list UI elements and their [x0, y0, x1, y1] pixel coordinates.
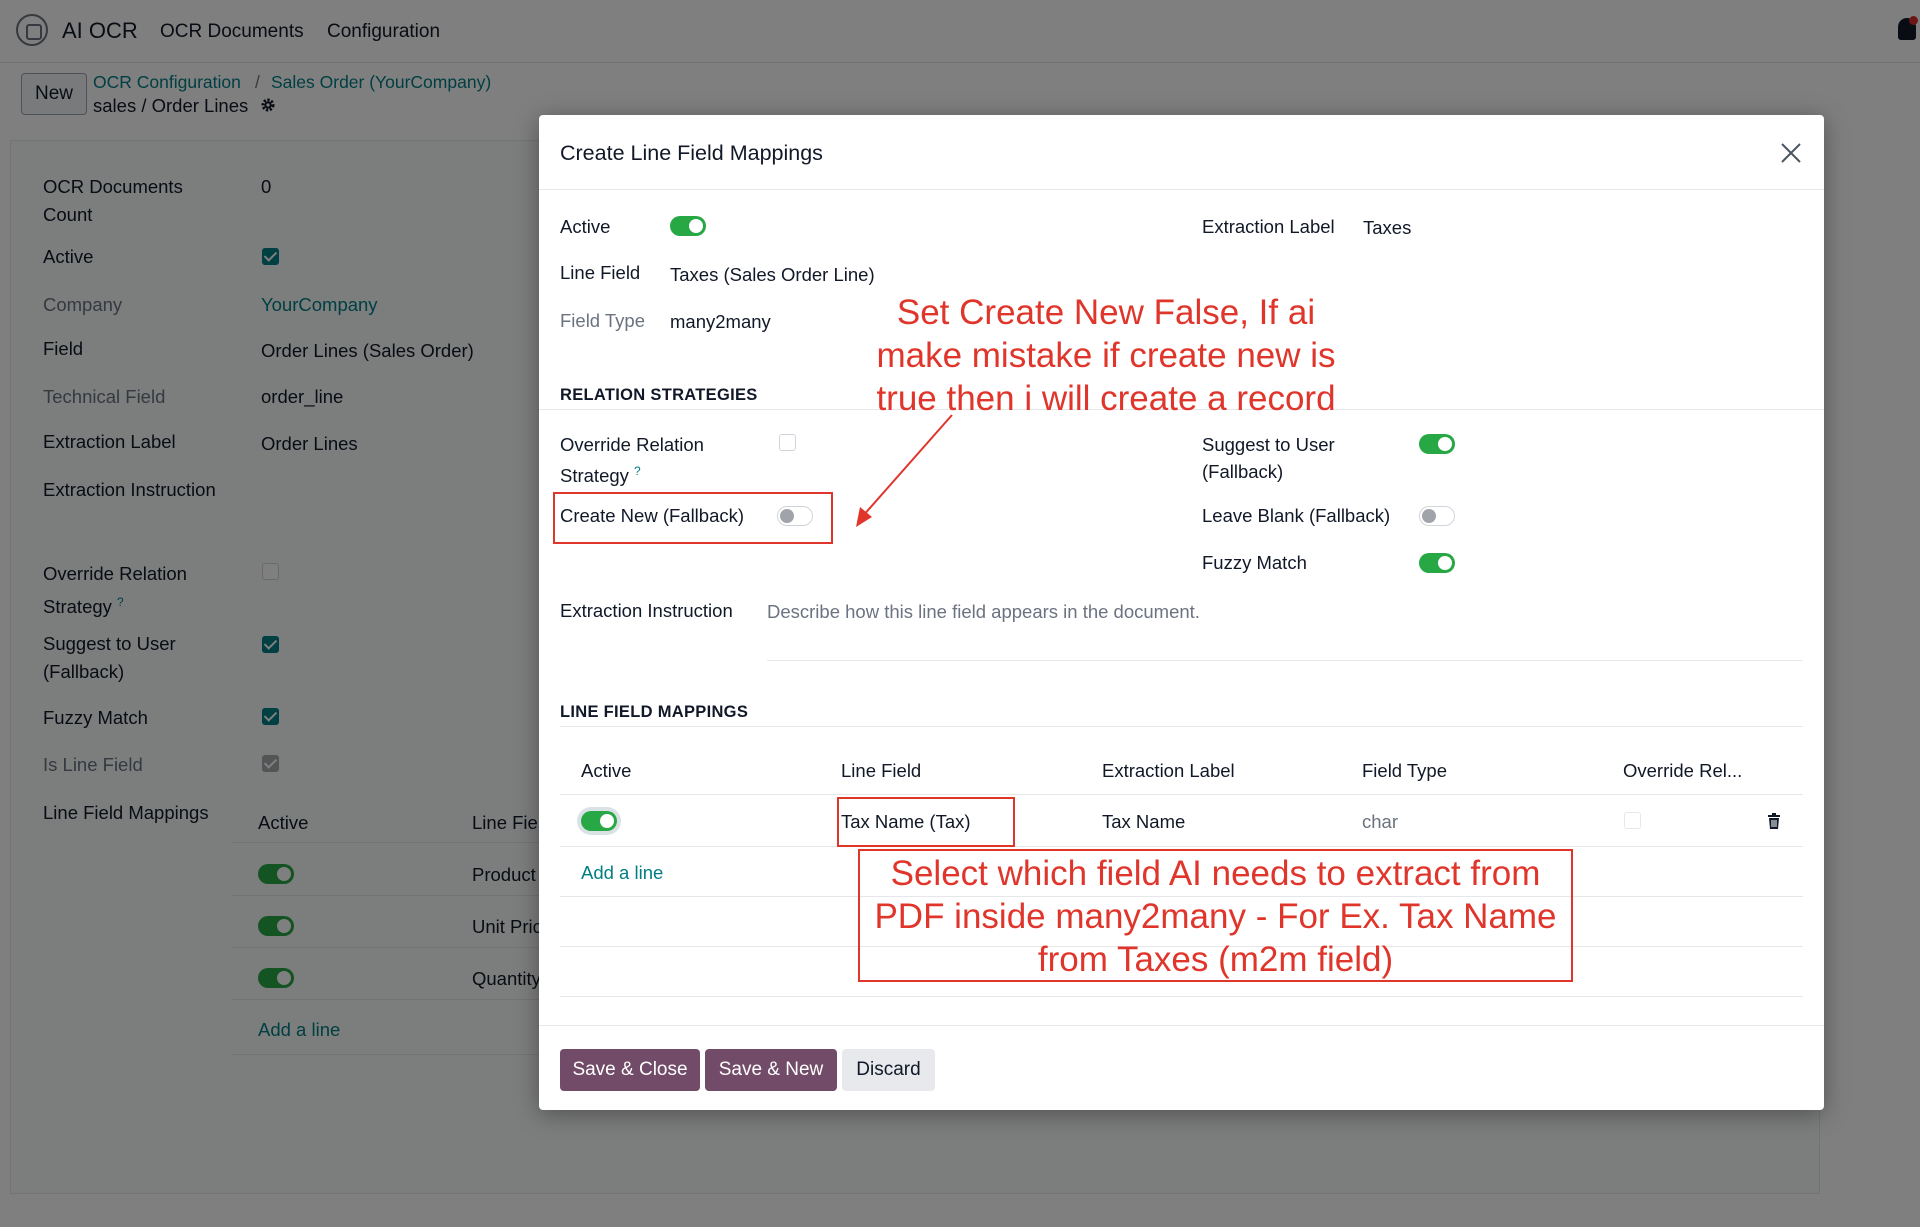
header-override-relation[interactable]: Override Rel... — [1623, 760, 1742, 782]
top-annotation-line: make mistake if create new is — [876, 336, 1336, 375]
field-type-value: many2many — [670, 311, 771, 332]
help-icon[interactable]: ? — [634, 464, 641, 478]
suggest-label: Suggest to User (Fallback) — [1202, 434, 1335, 482]
active-label: Active — [560, 216, 611, 237]
relation-strategies-heading: RELATION STRATEGIES — [560, 386, 758, 404]
suggest-toggle[interactable] — [1419, 434, 1455, 454]
override-relation-text: Override Relation Strategy — [560, 434, 704, 487]
field-type-label: Field Type — [560, 310, 646, 331]
dialog-title: Create Line Field Mappings — [560, 141, 823, 165]
header-active[interactable]: Active — [581, 760, 631, 782]
header-divider — [560, 794, 1803, 795]
extraction-instruction-label: Extraction Instruction — [560, 600, 733, 621]
close-icon[interactable] — [1779, 141, 1803, 165]
extraction-label-label: Extraction Label — [1202, 216, 1335, 237]
create-new-highlight-box — [553, 492, 833, 544]
bottom-annotation-line: PDF inside many2many - For Ex. Tax Name — [874, 897, 1557, 936]
footer-divider — [539, 1025, 1824, 1026]
row-active-toggle[interactable] — [581, 811, 617, 831]
line-field-mappings-heading: LINE FIELD MAPPINGS — [560, 703, 749, 721]
fuzzy-toggle[interactable] — [1419, 553, 1455, 573]
save-new-button[interactable]: Save & New — [705, 1049, 837, 1091]
row-extraction-label[interactable]: Tax Name — [1102, 811, 1185, 833]
line-field-value[interactable]: Taxes (Sales Order Line) — [670, 264, 875, 286]
bottom-annotation-text: Select which field AI needs to extract f… — [860, 852, 1571, 981]
row-override-checkbox[interactable] — [1624, 812, 1641, 829]
line-field-highlight-box — [837, 797, 1015, 847]
override-relation-label: Override Relation Strategy ? — [560, 431, 730, 489]
header-extraction-label[interactable]: Extraction Label — [1102, 760, 1235, 782]
extraction-instruction-input[interactable]: Describe how this line field appears in … — [767, 601, 1802, 645]
discard-button[interactable]: Discard — [842, 1049, 935, 1091]
row-divider — [560, 846, 1803, 847]
row-divider — [560, 996, 1803, 997]
extraction-label-value[interactable]: Taxes — [1363, 217, 1411, 239]
leave-blank-label: Leave Blank (Fallback) — [1202, 505, 1391, 526]
fuzzy-label: Fuzzy Match — [1202, 552, 1307, 573]
top-annotation-line: Set Create New False, If ai — [896, 293, 1316, 332]
instruction-underline — [767, 660, 1802, 661]
bottom-annotation-line: from Taxes (m2m field) — [1037, 940, 1394, 979]
active-toggle[interactable] — [670, 216, 706, 236]
line-field-label: Line Field — [560, 262, 641, 283]
bottom-annotation-line: Select which field AI needs to extract f… — [890, 854, 1541, 893]
annotation-arrow-icon — [856, 414, 953, 527]
top-annotation-text: Set Create New False, If ai make mistake… — [846, 291, 1366, 420]
add-line-link[interactable]: Add a line — [581, 862, 663, 884]
row-field-type: char — [1362, 811, 1398, 832]
header-line-field[interactable]: Line Field — [841, 760, 921, 782]
trash-icon[interactable] — [1767, 813, 1781, 829]
save-close-button[interactable]: Save & Close — [560, 1049, 700, 1091]
header-divider — [539, 189, 1824, 190]
header-field-type[interactable]: Field Type — [1362, 760, 1447, 782]
table-top-border — [560, 726, 1803, 727]
override-relation-checkbox[interactable] — [779, 434, 796, 451]
leave-blank-toggle[interactable] — [1419, 506, 1455, 526]
